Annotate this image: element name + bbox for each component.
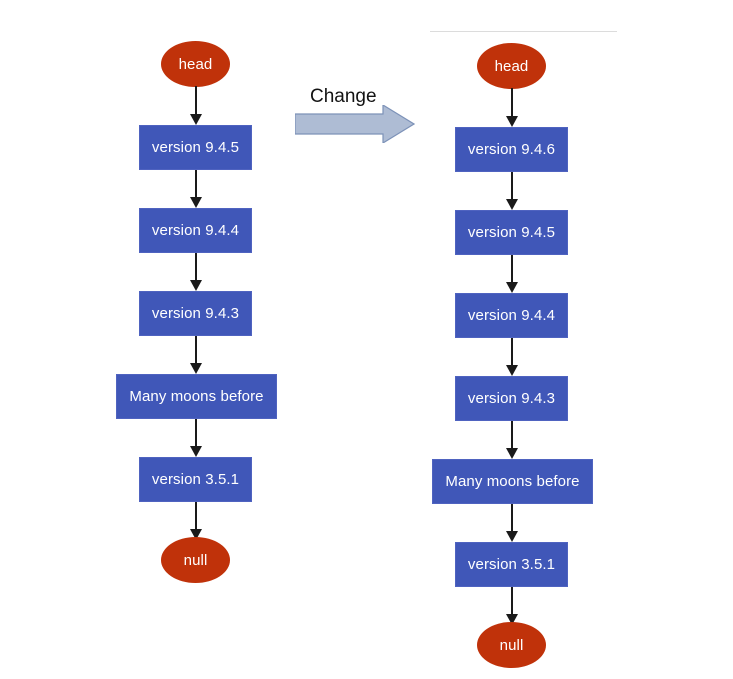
node-label: version 9.4.4 [151, 222, 240, 239]
right-connector-2 [505, 255, 518, 293]
left-connector-0 [189, 86, 202, 125]
right-connector-6 [505, 587, 518, 625]
right-node-version-943: version 9.4.3 [455, 376, 568, 421]
node-label: version 3.5.1 [467, 556, 556, 573]
node-label: version 9.4.6 [467, 141, 556, 158]
right-node-version-945: version 9.4.5 [455, 210, 568, 255]
left-node-version-351: version 3.5.1 [139, 457, 252, 502]
right-connector-5 [505, 504, 518, 542]
left-node-head: head [161, 41, 230, 87]
node-label: head [494, 57, 529, 75]
right-node-version-944: version 9.4.4 [455, 293, 568, 338]
node-label: version 9.4.5 [467, 224, 556, 241]
node-label: version 9.4.5 [151, 139, 240, 156]
right-node-many-moons-before: Many moons before [432, 459, 593, 504]
left-connector-1 [189, 170, 202, 208]
left-connector-3 [189, 336, 202, 374]
node-label: Many moons before [129, 388, 264, 405]
right-node-version-946: version 9.4.6 [455, 127, 568, 172]
change-right-arrow-icon [294, 103, 416, 145]
left-node-many-moons-before: Many moons before [116, 374, 277, 419]
right-connector-3 [505, 338, 518, 376]
right-connector-0 [505, 88, 518, 127]
top-divider-rule [430, 31, 617, 32]
right-node-head: head [477, 43, 546, 89]
left-connector-4 [189, 419, 202, 457]
node-label: Many moons before [445, 473, 580, 490]
left-connector-5 [189, 502, 202, 540]
right-node-null: null [477, 622, 546, 668]
right-node-version-351: version 3.5.1 [455, 542, 568, 587]
left-node-version-945: version 9.4.5 [139, 125, 252, 170]
diagram-canvas: head version 9.4.5 version 9.4.4 version… [0, 0, 733, 679]
node-label: null [183, 551, 208, 569]
node-label: version 9.4.4 [467, 307, 556, 324]
node-label: head [178, 55, 213, 73]
node-label: version 9.4.3 [151, 305, 240, 322]
node-label: version 3.5.1 [151, 471, 240, 488]
left-node-version-944: version 9.4.4 [139, 208, 252, 253]
left-node-version-943: version 9.4.3 [139, 291, 252, 336]
left-node-null: null [161, 537, 230, 583]
left-connector-2 [189, 253, 202, 291]
right-connector-4 [505, 421, 518, 459]
node-label: version 9.4.3 [467, 390, 556, 407]
node-label: null [499, 636, 524, 654]
right-connector-1 [505, 172, 518, 210]
